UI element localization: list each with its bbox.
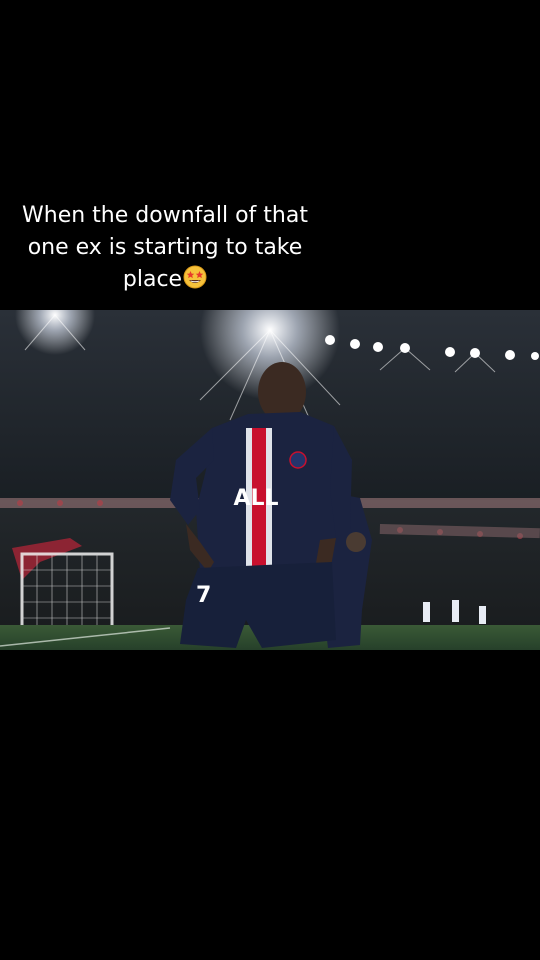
jersey-number: 7 bbox=[196, 583, 211, 608]
caption-line-1: When the downfall of that bbox=[22, 203, 308, 228]
caption-line-3-text: place bbox=[122, 267, 183, 292]
video-frame[interactable]: ALL 7 bbox=[0, 310, 540, 650]
star-struck-emoji-icon bbox=[183, 265, 207, 289]
caption-text: When the downfall of that one ex is star… bbox=[0, 200, 330, 296]
caption-line-2: one ex is starting to take bbox=[27, 235, 303, 260]
caption-line-3: place bbox=[0, 264, 330, 296]
football-celebration-image: ALL 7 bbox=[0, 310, 540, 650]
jersey-sponsor: ALL bbox=[233, 486, 278, 511]
